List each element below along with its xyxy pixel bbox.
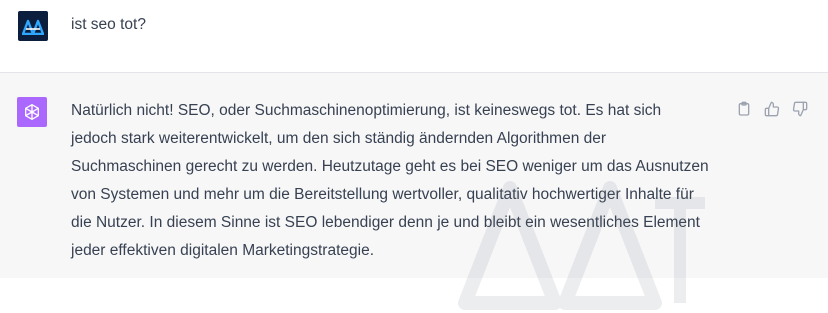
thumbs-up-icon [764, 101, 780, 117]
user-message-text: ist seo tot? [71, 16, 146, 33]
thumbs-up-button[interactable] [762, 99, 782, 119]
user-logo-icon [22, 19, 44, 35]
assistant-text-line: die Nutzer. In diesem Sinne ist SEO lebe… [71, 214, 700, 231]
assistant-text-line: jeder effektiven digitalen Marketingstra… [71, 242, 374, 259]
clipboard-icon [738, 101, 750, 116]
assistant-message-row: Natürlich nicht! SEO, oder Suchmaschinen… [0, 73, 828, 310]
openai-logo-icon [25, 104, 39, 121]
user-avatar [18, 11, 48, 41]
assistant-text-line: jedoch stark weiterentwickelt, um den si… [71, 130, 607, 147]
assistant-text-line: Suchmaschinen gerecht zu werden. Heutzut… [71, 158, 709, 175]
assistant-text-line: Natürlich nicht! SEO, oder Suchmaschinen… [71, 102, 662, 119]
message-actions [734, 99, 810, 119]
user-message-row: ist seo tot? [0, 0, 828, 73]
assistant-text-line: von Systemen und mehr um die Bereitstell… [71, 186, 694, 203]
assistant-avatar [17, 97, 47, 127]
thumbs-down-button[interactable] [790, 99, 810, 119]
assistant-message-text: Natürlich nicht! SEO, oder Suchmaschinen… [71, 97, 741, 265]
copy-button[interactable] [734, 99, 754, 119]
thumbs-down-icon [792, 101, 808, 117]
